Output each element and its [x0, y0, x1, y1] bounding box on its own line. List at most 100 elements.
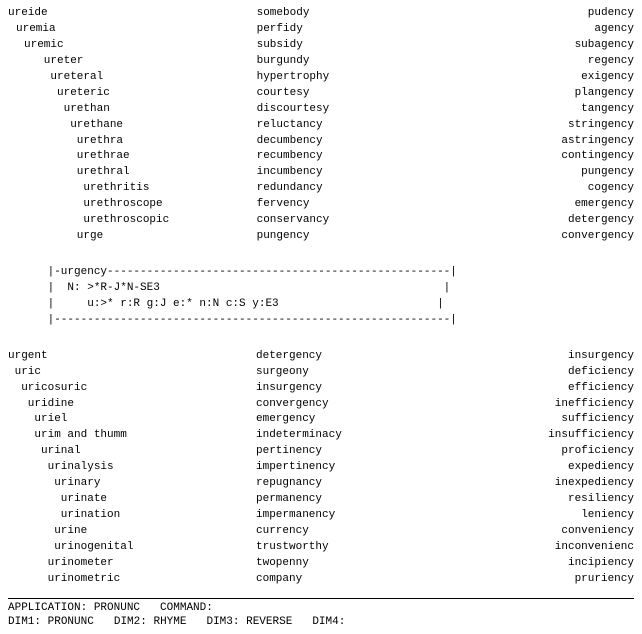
- list-item: stringency: [568, 118, 634, 134]
- top-columns: ureide uremia uremic ureter ureteral ure…: [8, 6, 634, 245]
- list-item: conservancy: [257, 213, 330, 229]
- list-item: subagency: [575, 38, 634, 54]
- left-column-bottom: urgent uric uricosuric uridine uriel uri…: [8, 349, 168, 588]
- box-bottom-border: |---------------------------------------…: [8, 314, 457, 326]
- list-item: expediency: [568, 460, 634, 476]
- list-item: urinalysis: [8, 460, 114, 476]
- list-item: hypertrophy: [257, 70, 330, 86]
- command-label: COMMAND:: [160, 602, 213, 614]
- list-item: urge: [8, 229, 103, 245]
- list-item: insurgency: [256, 381, 322, 397]
- list-item: repugnancy: [256, 476, 322, 492]
- list-item: perfidy: [257, 22, 303, 38]
- list-item: efficiency: [568, 381, 634, 397]
- list-item: pertinency: [256, 444, 322, 460]
- list-item: urim and thumm: [8, 428, 127, 444]
- list-item: decumbency: [257, 134, 323, 150]
- list-item: pungency: [581, 165, 634, 181]
- list-item: trustworthy: [256, 540, 329, 556]
- list-item: urethroscopic: [8, 213, 169, 229]
- dim3: DIM3: REVERSE: [206, 616, 292, 628]
- list-item: cogency: [588, 181, 634, 197]
- list-item: company: [256, 572, 302, 588]
- list-item: ureide: [8, 6, 48, 22]
- list-item: insufficiency: [548, 428, 634, 444]
- dim2: DIM2: RHYME: [114, 616, 187, 628]
- list-item: exigency: [581, 70, 634, 86]
- status-row-2: DIM1: PRONUNC DIM2: RHYME DIM3: REVERSE …: [8, 616, 634, 628]
- list-item: deficiency: [568, 365, 634, 381]
- list-item: insurgency: [568, 349, 634, 365]
- left-column-top: ureide uremia uremic ureter ureteral ure…: [8, 6, 169, 245]
- list-item: ureter: [8, 54, 83, 70]
- list-item: plangency: [575, 86, 634, 102]
- main-screen: ureide uremia uremic ureter ureteral ure…: [0, 0, 642, 634]
- list-item: pruriency: [575, 572, 634, 588]
- mid-column-top: somebody perfidy subsidy burgundy hypert…: [257, 6, 417, 245]
- list-item: proficiency: [561, 444, 634, 460]
- list-item: urine: [8, 524, 87, 540]
- list-item: leniency: [581, 508, 634, 524]
- list-item: emergency: [256, 412, 315, 428]
- list-item: inconvenienc: [555, 540, 634, 556]
- list-item: inexpediency: [555, 476, 634, 492]
- mid-column-bottom: detergency surgeony insurgency convergen…: [256, 349, 416, 588]
- list-item: convergency: [256, 397, 329, 413]
- list-item: urethane: [8, 118, 123, 134]
- right-column-top: pudency agency subagency regency exigenc…: [504, 6, 634, 245]
- list-item: courtesy: [257, 86, 310, 102]
- box-line1: | N: >*R-J*N-SE3 |: [8, 282, 450, 294]
- list-item: impermanency: [256, 508, 335, 524]
- list-item: fervency: [257, 197, 310, 213]
- list-item: indeterminacy: [256, 428, 342, 444]
- list-item: detergency: [568, 213, 634, 229]
- list-item: conveniency: [561, 524, 634, 540]
- box-line2: | u:>* r:R g:J e:* n:N c:S y:E3 |: [8, 298, 444, 310]
- list-item: urethra: [8, 134, 123, 150]
- list-item: reluctancy: [257, 118, 323, 134]
- list-item: urinometer: [8, 556, 114, 572]
- list-item: urgent: [8, 349, 48, 365]
- bottom-columns: urgent uric uricosuric uridine uriel uri…: [8, 349, 634, 588]
- list-item: resiliency: [568, 492, 634, 508]
- list-item: urethan: [8, 102, 110, 118]
- list-item: urethral: [8, 165, 130, 181]
- list-item: ureteric: [8, 86, 110, 102]
- list-item: pungency: [257, 229, 310, 245]
- list-item: burgundy: [257, 54, 310, 70]
- list-item: urinogenital: [8, 540, 133, 556]
- list-item: permanency: [256, 492, 322, 508]
- list-item: detergency: [256, 349, 322, 365]
- list-item: pudency: [588, 6, 634, 22]
- list-item: discourtesy: [257, 102, 330, 118]
- list-item: somebody: [257, 6, 310, 22]
- application-label: APPLICATION: PRONUNC: [8, 602, 140, 614]
- list-item: urethritis: [8, 181, 149, 197]
- list-item: tangency: [581, 102, 634, 118]
- list-item: uridine: [8, 397, 74, 413]
- list-item: sufficiency: [561, 412, 634, 428]
- list-item: astringency: [561, 134, 634, 150]
- list-item: ureteral: [8, 70, 103, 86]
- highlight-box: |-urgency-------------------------------…: [8, 249, 634, 345]
- right-column-bottom: insurgency deficiency efficiency ineffic…: [504, 349, 634, 588]
- list-item: urethrae: [8, 149, 130, 165]
- list-item: urinary: [8, 476, 100, 492]
- list-item: contingency: [561, 149, 634, 165]
- list-item: regency: [588, 54, 634, 70]
- list-item: recumbency: [257, 149, 323, 165]
- list-item: inefficiency: [555, 397, 634, 413]
- list-item: uriel: [8, 412, 67, 428]
- list-item: redundancy: [257, 181, 323, 197]
- list-item: agency: [594, 22, 634, 38]
- status-row-1: APPLICATION: PRONUNC COMMAND:: [8, 602, 634, 614]
- list-item: emergency: [575, 197, 634, 213]
- list-item: urinometric: [8, 572, 120, 588]
- content-area: ureide uremia uremic ureter ureteral ure…: [8, 6, 634, 628]
- list-item: urination: [8, 508, 120, 524]
- list-item: urethroscope: [8, 197, 163, 213]
- list-item: uremia: [8, 22, 56, 38]
- list-item: uric: [8, 365, 41, 381]
- list-item: surgeony: [256, 365, 309, 381]
- list-item: incumbency: [257, 165, 323, 181]
